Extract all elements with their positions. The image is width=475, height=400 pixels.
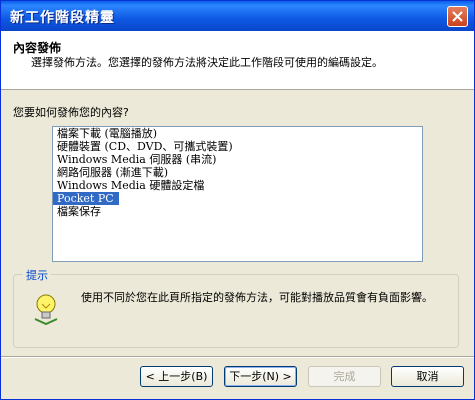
wizard-header: 內容發佈 選擇發佈方法。您選擇的發佈方法將決定此工作階段可使用的編碼設定。 (1, 31, 474, 90)
close-icon (452, 11, 463, 22)
list-item[interactable]: 檔案保存 (53, 205, 422, 218)
finish-button[interactable]: 完成 (308, 366, 381, 387)
wizard-window: 新工作階段精靈 內容發佈 選擇發佈方法。您選擇的發佈方法將決定此工作階段可使用的… (0, 0, 475, 400)
back-button[interactable]: < 上一步(B) (140, 366, 213, 387)
list-item[interactable]: Windows Media 伺服器 (串流) (53, 153, 422, 166)
window-title: 新工作階段精靈 (10, 10, 115, 26)
list-item[interactable]: 網路伺服器 (漸進下載) (53, 166, 422, 179)
list-item[interactable]: 硬體裝置 (CD、DVD、可攜式裝置) (53, 140, 422, 153)
list-item[interactable]: 檔案下載 (電腦播放) (53, 127, 422, 140)
title-bar[interactable]: 新工作階段精靈 (1, 1, 474, 31)
close-button[interactable] (447, 6, 468, 27)
hint-text: 使用不同於您在此頁所指定的發佈方法，可能對播放品質會有負面影響。 (81, 291, 433, 304)
hint-label: 提示 (23, 267, 51, 283)
hint-groupbox (13, 274, 459, 348)
cancel-button[interactable]: 取消 (391, 366, 464, 387)
next-button[interactable]: 下一步(N) > (224, 366, 297, 387)
list-item[interactable]: Pocket PC (53, 192, 119, 205)
question-label: 您要如何發佈您的內容? (13, 106, 129, 119)
page-subtitle: 選擇發佈方法。您選擇的發佈方法將決定此工作階段可使用的編碼設定。 (31, 56, 383, 69)
list-item[interactable]: Windows Media 硬體設定檔 (53, 179, 422, 192)
lightbulb-icon (33, 293, 59, 328)
publish-method-listbox[interactable]: 檔案下載 (電腦播放) 硬體裝置 (CD、DVD、可攜式裝置) Windows Me… (52, 126, 423, 262)
button-separator (1, 356, 474, 358)
